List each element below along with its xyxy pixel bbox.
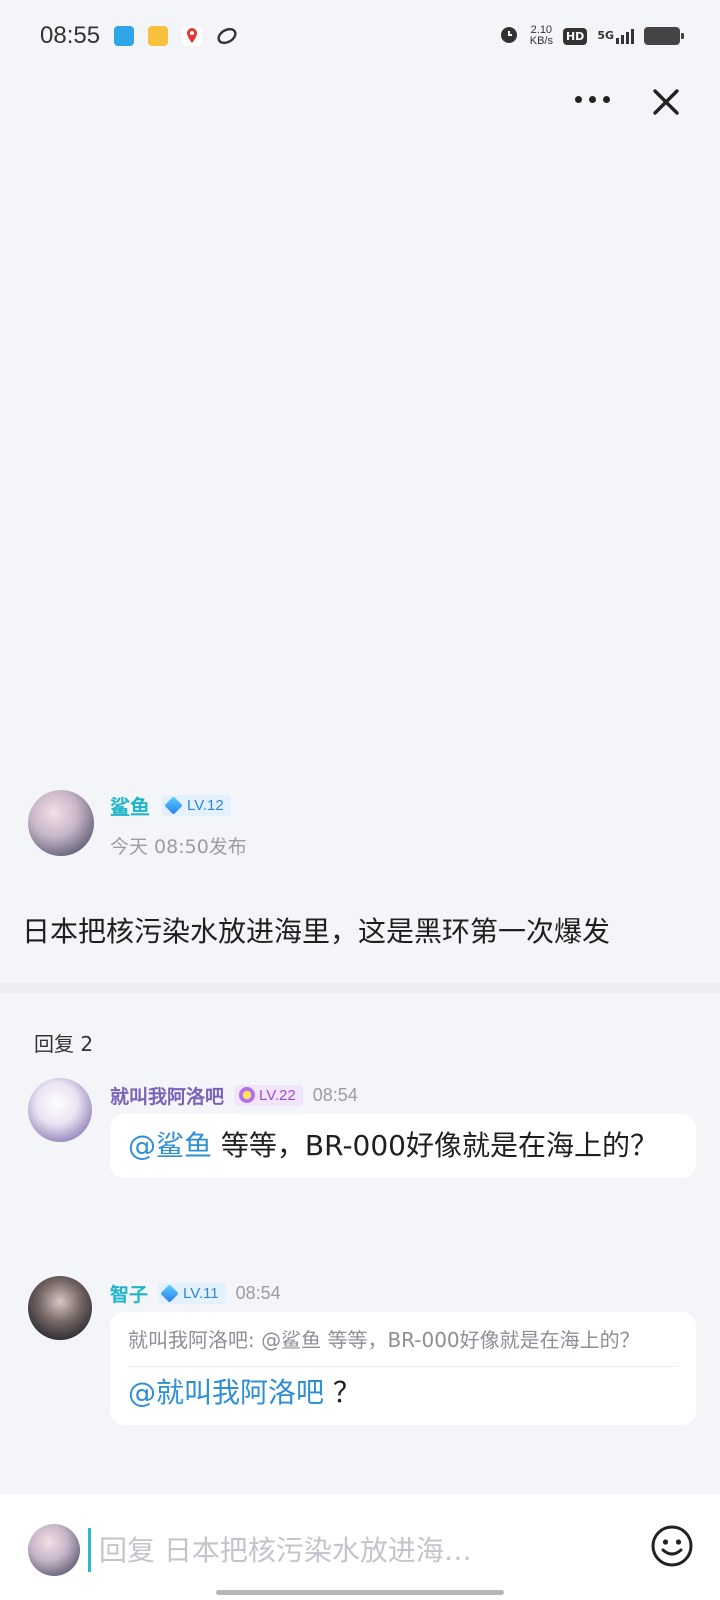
level-text: LV.22	[259, 1086, 296, 1104]
section-divider	[0, 983, 720, 993]
status-bar: 08:55 2.10 KB/s HD 5G	[0, 0, 720, 72]
status-right: 2.10 KB/s HD 5G	[498, 23, 684, 49]
signal-icon: 5G	[597, 28, 634, 44]
more-dot	[602, 95, 610, 103]
quoted-reply[interactable]: 就叫我阿洛吧: @鲨鱼 等等，BR-000好像就是在海上的？	[128, 1326, 678, 1367]
reply-count: 回复 2	[34, 1032, 94, 1056]
home-indicator[interactable]	[216, 1590, 504, 1595]
status-left: 08:55	[40, 22, 237, 50]
level-badge: LV.22	[234, 1084, 303, 1106]
avatar[interactable]	[28, 1276, 92, 1340]
comment-text: 等等，BR-000好像就是在海上的？	[212, 1129, 658, 1162]
post-content: 日本把核污染水放进海里，这是黑环第一次爆发	[22, 915, 611, 948]
link-icon	[216, 26, 237, 46]
network-speed-unit: KB/s	[529, 35, 553, 47]
more-dot	[588, 95, 596, 103]
battery-icon	[644, 27, 684, 45]
hd-badge: HD	[562, 27, 588, 45]
emoji-button[interactable]	[650, 1524, 694, 1568]
top-bar	[0, 72, 720, 128]
avatar[interactable]	[28, 1078, 92, 1142]
diamond-icon	[164, 795, 183, 815]
telegram-icon	[114, 26, 135, 46]
reply-input[interactable]	[88, 1528, 608, 1572]
gem-icon	[239, 1087, 256, 1103]
weibo-icon	[148, 26, 169, 46]
avatar	[28, 1524, 80, 1576]
comment-bubble[interactable]: 就叫我阿洛吧: @鲨鱼 等等，BR-000好像就是在海上的？ @就叫我阿洛吧 ？	[110, 1312, 696, 1425]
comment-header: 就叫我阿洛吧 LV.22 08:54	[110, 1080, 358, 1110]
more-button[interactable]	[568, 84, 616, 114]
comment-author-name[interactable]: 智子	[110, 1280, 148, 1307]
level-badge: LV.11	[158, 1282, 226, 1304]
comment-header: 智子 LV.11 08:54	[110, 1278, 281, 1308]
level-text: LV.12	[187, 796, 224, 814]
status-time: 08:55	[40, 22, 101, 49]
comment-time: 08:54	[312, 1084, 358, 1105]
network-type: 5G	[597, 28, 614, 42]
level-text: LV.11	[183, 1284, 219, 1302]
comment-item: 智子 LV.11 08:54 就叫我阿洛吧: @鲨鱼 等等，BR-000好像就是…	[28, 1276, 696, 1436]
alarm-icon	[498, 23, 520, 49]
emoji-icon	[651, 1525, 693, 1567]
mention-link[interactable]: @鲨鱼	[128, 1129, 212, 1162]
post-author-meta: 鲨鱼 LV.12 今天 08:50发布	[110, 790, 247, 859]
post-header: 鲨鱼 LV.12 今天 08:50发布	[28, 790, 668, 860]
more-dots-icon	[574, 95, 582, 103]
level-badge: LV.12	[162, 794, 231, 816]
close-icon	[653, 89, 679, 115]
comment-author-name[interactable]: 就叫我阿洛吧	[110, 1082, 224, 1109]
comment-item: 就叫我阿洛吧 LV.22 08:54 @鲨鱼 等等，BR-000好像就是在海上的…	[28, 1078, 696, 1226]
comment-bubble[interactable]: @鲨鱼 等等，BR-000好像就是在海上的？	[110, 1114, 696, 1178]
close-button[interactable]	[646, 82, 686, 122]
comment-time: 08:54	[235, 1282, 281, 1303]
diamond-icon	[160, 1283, 179, 1303]
reply-bar	[0, 1494, 720, 1600]
network-speed: 2.10 KB/s	[530, 25, 553, 47]
avatar[interactable]	[28, 790, 94, 856]
location-icon	[182, 26, 203, 46]
post-author-name[interactable]: 鲨鱼	[110, 791, 150, 820]
mention-link[interactable]: @就叫我阿洛吧	[128, 1376, 324, 1409]
post-time: 今天 08:50发布	[110, 836, 247, 858]
comment-text: ？	[324, 1376, 361, 1409]
post-author-line: 鲨鱼 LV.12	[110, 790, 247, 820]
